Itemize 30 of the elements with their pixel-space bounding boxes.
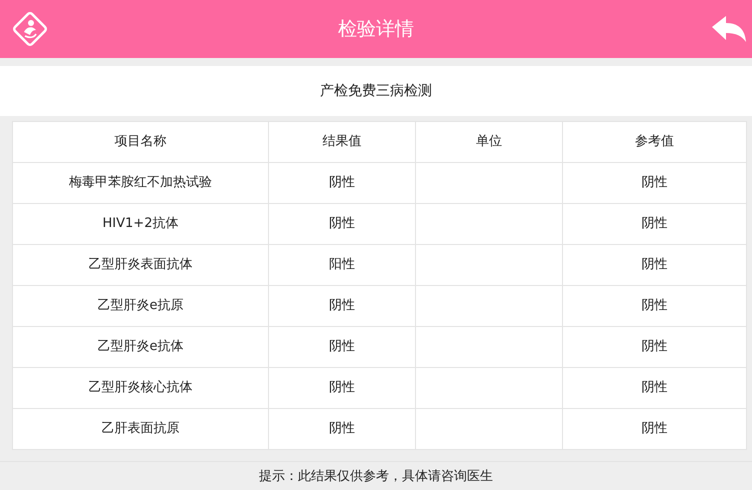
- table-cell: 阴性: [562, 408, 746, 450]
- table-cell: 阴性: [562, 326, 746, 368]
- table-cell: HIV1+2抗体: [12, 204, 268, 244]
- column-header: 项目名称: [12, 122, 268, 162]
- table-cell: 乙型肝炎表面抗体: [12, 244, 268, 286]
- table-cell: 阳性: [268, 244, 416, 286]
- table-cell: 阴性: [562, 162, 746, 204]
- column-header: 结果值: [268, 122, 416, 162]
- table-cell: 阴性: [562, 368, 746, 408]
- table-cell: 阴性: [562, 286, 746, 326]
- logo-icon: [11, 10, 49, 48]
- table-cell: 阴性: [268, 408, 416, 450]
- column-header: 参考值: [562, 122, 746, 162]
- table-cell: 乙型肝炎e抗体: [12, 326, 268, 368]
- table-cell: 梅毒甲苯胺红不加热试验: [12, 162, 268, 204]
- table-cell: 阴性: [268, 204, 416, 244]
- back-icon[interactable]: [712, 16, 746, 42]
- table-cell: 阴性: [268, 368, 416, 408]
- table-cell: 阴性: [268, 326, 416, 368]
- table-cell: 阴性: [268, 162, 416, 204]
- table-cell: 乙型肝炎核心抗体: [12, 368, 268, 408]
- table-cell: 阴性: [268, 286, 416, 326]
- section-title: 产检免费三病检测: [320, 82, 432, 100]
- hint-text: 提示：此结果仅供参考，具体请咨询医生: [259, 468, 493, 486]
- page-title: 检验详情: [338, 16, 414, 42]
- table-cell: 阴性: [562, 204, 746, 244]
- column-header: 单位: [416, 122, 562, 162]
- table-cell: 乙肝表面抗原: [12, 408, 268, 450]
- table-cell: 乙型肝炎e抗原: [12, 286, 268, 326]
- table-cell: 阴性: [562, 244, 746, 286]
